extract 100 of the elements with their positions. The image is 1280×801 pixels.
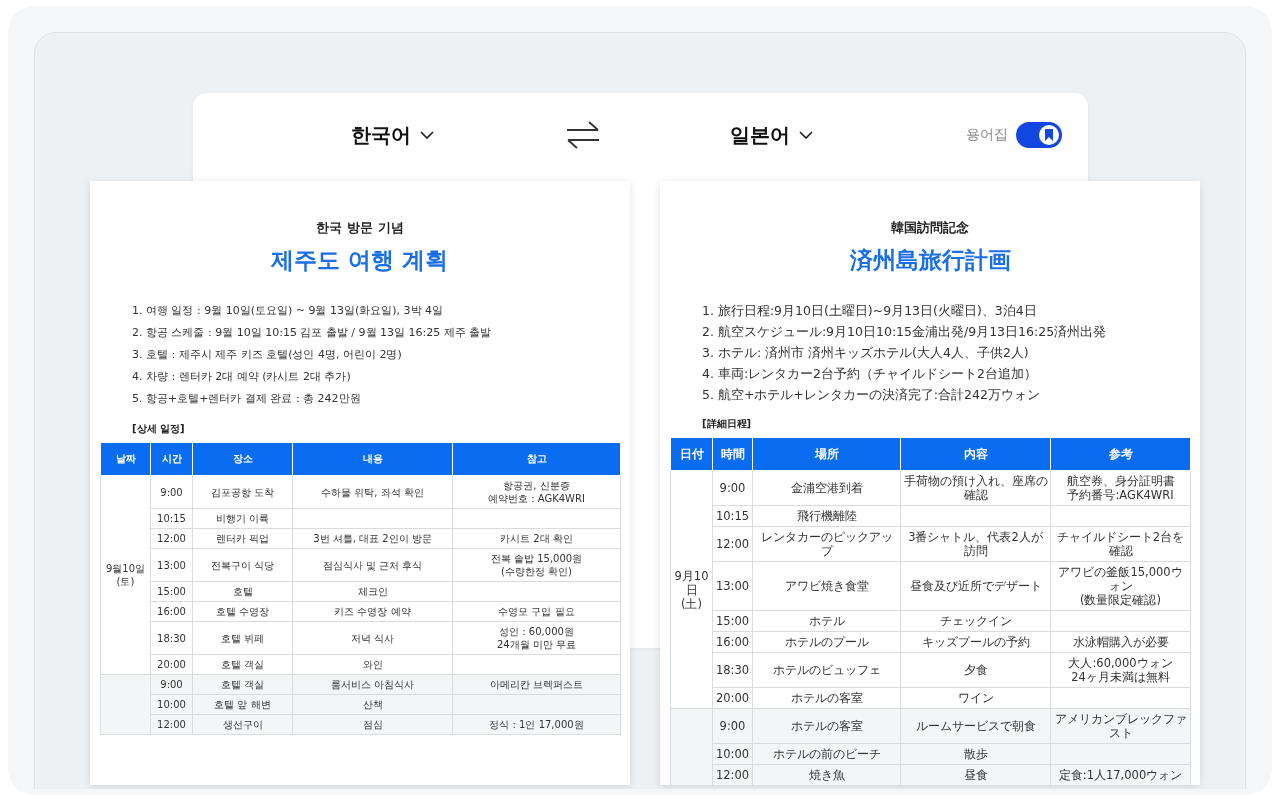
cell-text: 予約番号:AGK4WRI: [1067, 488, 1174, 502]
list-item: 1. 旅行日程:9月10日(土曜日)~9月13日(火曜日)、3泊4日: [702, 302, 1038, 320]
glossary-label: 용어집: [966, 126, 1008, 144]
table-cell: 13:00: [712, 561, 753, 611]
table-cell: 金浦空港到着: [752, 470, 901, 506]
column-header: 날짜: [100, 442, 151, 476]
cell-text: 24개월 미만 무료: [496, 639, 577, 650]
chevron-down-icon: [798, 130, 815, 140]
table-cell: 9:00: [150, 475, 193, 509]
list-item: 3. ホテル: 済州市 済州キッズホテル(大人4人、子供2人): [702, 344, 1030, 362]
table-cell: 12:00: [712, 526, 753, 562]
cell-text: 전복 솥밥 15,000원: [490, 553, 583, 564]
table-cell: 키즈 수영장 예약: [292, 601, 453, 622]
table-cell: ホテルの客室: [752, 708, 901, 744]
table-cell: 점심식사 및 근처 후식: [292, 548, 453, 582]
table-cell: 호텔 객실: [192, 654, 293, 675]
column-header: 내용: [292, 442, 453, 476]
column-header: 場所: [752, 437, 901, 471]
table-cell: レンタカーのピックアップ: [752, 526, 901, 562]
table-cell: 수하물 위탁, 좌석 확인: [292, 475, 453, 509]
table-cell: 12:00: [150, 528, 193, 549]
table-cell: チェックイン: [900, 610, 1051, 632]
cell-text: 예약번호 : AGK4WRI: [488, 493, 585, 504]
cell-text: 航空券、身分証明書: [1066, 474, 1175, 488]
table-cell: 10:15: [150, 508, 193, 529]
bookmark-icon: [1044, 129, 1054, 141]
table-cell: ホテルのプール: [752, 631, 901, 653]
cell-text: 24ヶ月未満は無料: [1071, 670, 1170, 684]
cell-text: 9월10일: [105, 563, 146, 574]
document-title: 済州島旅行計画: [848, 246, 1012, 275]
table-cell: 와인: [292, 654, 453, 675]
cell-text: 大人:60,000ウォン: [1068, 656, 1173, 670]
cell-text: 성인 : 60,000원: [499, 626, 574, 637]
table-cell: 18:30: [712, 652, 753, 688]
table-cell: アメリカンブレックファスト: [1050, 708, 1191, 744]
column-header: 시간: [150, 442, 193, 476]
column-header: 장소: [192, 442, 293, 476]
table-cell: 16:00: [150, 601, 193, 622]
table-cell: 16:00: [712, 631, 753, 653]
table-cell: 호텔 뷔페: [192, 621, 293, 655]
list-item: 3. 호텔 : 제주시 제주 키즈 호텔(성인 4명, 어린이 2명): [132, 347, 403, 363]
column-header: 内容: [900, 437, 1051, 471]
chevron-down-icon: [418, 130, 435, 140]
column-header: 日付: [670, 437, 713, 471]
table-cell: 手荷物の預け入れ、座席の確認: [900, 470, 1051, 506]
cell-text: 9月10日: [674, 568, 709, 597]
cell-text: (数量限定確認): [1080, 593, 1161, 607]
table-cell: ワイン: [900, 687, 1051, 709]
table-cell: 전복구이 식당: [192, 548, 293, 582]
cell-text: (土): [681, 596, 702, 611]
table-cell: ホテルのビュッフェ: [752, 652, 901, 688]
column-header: 참고: [452, 442, 621, 476]
table-cell: 10:15: [712, 505, 753, 527]
table-cell: ホテル: [752, 610, 901, 632]
list-item: 5. 항공+호텔+렌터카 결제 완료 : 총 242만원: [132, 391, 362, 407]
table-cell: 水泳帽購入が必要: [1050, 631, 1191, 653]
document-subtitle: 韓国訪問記念: [890, 219, 970, 237]
table-cell: ホテルの客室: [752, 687, 901, 709]
cell-text: (토): [116, 576, 135, 587]
table-cell: 20:00: [150, 654, 193, 675]
table-cell: 18:30: [150, 621, 193, 655]
list-item: 5. 航空+ホテル+レンタカーの決済完了:合計242万ウォン: [702, 386, 1041, 404]
table-cell: 비행기 이륙: [192, 508, 293, 529]
table-cell: ルームサービスで朝食: [900, 708, 1051, 744]
swap-icon[interactable]: [564, 120, 601, 150]
table-cell: 저녁 식사: [292, 621, 453, 655]
table-cell: 수영모 구입 필요: [452, 601, 621, 622]
table-cell: 15:00: [712, 610, 753, 632]
list-item: 2. 航空スケジュール:9月10日10:15金浦出発/9月13日16:25済州出発: [702, 323, 1108, 341]
list-item: 4. 車両:レンタカー2台予約（チャイルドシート2台追加）: [702, 365, 1039, 383]
cell-text: 항공권, 신분증: [503, 480, 570, 491]
table-cell: チャイルドシート2台を確認: [1050, 526, 1191, 562]
document-subtitle: 한국 방문 기념: [315, 219, 405, 237]
section-heading: [상세 일정]: [132, 422, 186, 436]
table-cell: 호텔 수영장: [192, 601, 293, 622]
table-cell: 김포공항 도착: [192, 475, 293, 509]
table-cell: 렌터카 픽업: [192, 528, 293, 549]
column-header: 参考: [1050, 437, 1191, 471]
target-language-dropdown[interactable]: 일본어: [726, 117, 819, 153]
table-cell: 20:00: [712, 687, 753, 709]
table-cell: 飛行機離陸: [752, 505, 901, 527]
section-heading: [詳細日程]: [702, 417, 753, 431]
table-cell: キッズプールの予約: [900, 631, 1051, 653]
list-item: 4. 차량 : 렌터카 2대 예약 (카시트 2대 추가): [132, 369, 352, 385]
glossary-toggle[interactable]: [1016, 122, 1062, 148]
table-cell: 15:00: [150, 581, 193, 602]
cell-text: アワビの釜飯15,000ウォン: [1058, 565, 1183, 593]
document-title: 제주도 여행 계획: [270, 246, 450, 275]
table-cell: 昼食及び近所でデザート: [900, 561, 1051, 611]
table-cell: 3번 셔틀, 대표 2인이 방문: [292, 528, 453, 549]
table-cell: 3番シャトル、代表2人が訪問: [900, 526, 1051, 562]
list-item: 1. 여행 일정 : 9월 10일(토요일) ~ 9월 13일(화요일), 3박 4일: [132, 303, 445, 319]
column-header: 時間: [712, 437, 753, 471]
table-cell: 13:00: [150, 548, 193, 582]
table-cell: 9:00: [712, 470, 753, 506]
table-cell: 夕食: [900, 652, 1051, 688]
cell-text: (수량한정 확인): [501, 566, 572, 577]
table-cell: アワビ焼き食堂: [752, 561, 901, 611]
source-language-dropdown[interactable]: 한국어: [346, 117, 439, 153]
list-item: 2. 항공 스케줄 : 9월 10일 10:15 김포 출발 / 9월 13일 16:25 제주 출발: [132, 325, 493, 341]
